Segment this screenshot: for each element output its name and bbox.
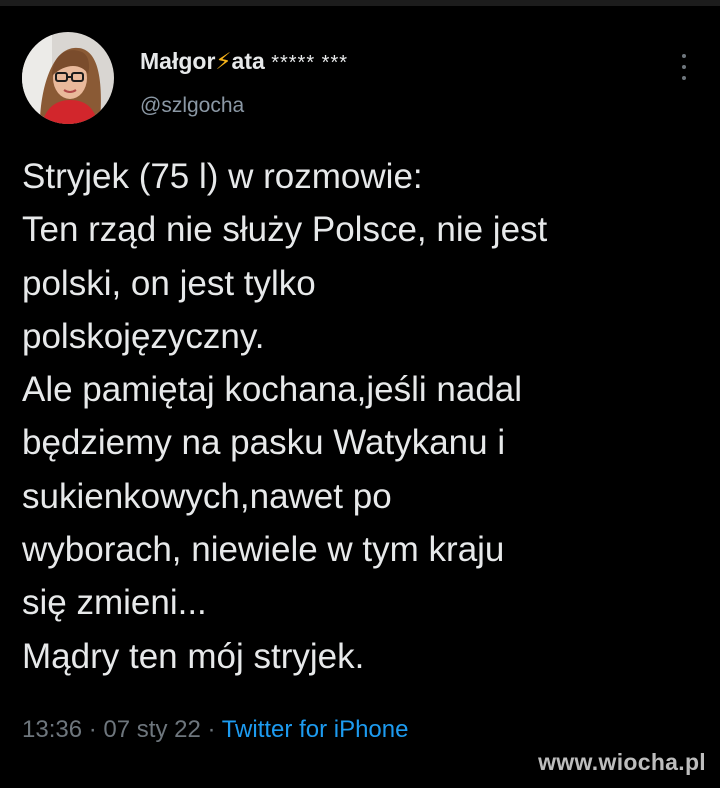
- tweet-meta: 13:36 · 07 sty 22 · Twitter for iPhone: [22, 716, 408, 744]
- more-dot: [682, 54, 686, 58]
- meta-separator: ·: [207, 716, 216, 743]
- tweet-line: polskojęzyczny.: [22, 316, 265, 356]
- tweet-line: Mądry ten mój stryjek.: [22, 636, 365, 676]
- display-name-part1: Małgor: [140, 48, 216, 74]
- avatar[interactable]: [22, 32, 114, 124]
- display-name[interactable]: Małgor⚡ata ***** ***: [140, 48, 348, 75]
- tweet-line: Ten rząd nie służy Polsce, nie jest: [22, 210, 548, 250]
- more-dot: [682, 65, 686, 69]
- tweet-line: Ale pamiętaj kochana,jeśli nadal: [22, 370, 523, 410]
- tweet-text: Stryjek (75 l) w rozmowie: Ten rząd nie …: [22, 150, 702, 683]
- tweet-date[interactable]: 07 sty 22: [103, 716, 200, 743]
- more-dot: [682, 76, 686, 80]
- tweet-line: będziemy na pasku Watykanu i: [22, 423, 506, 463]
- display-name-stars: ***** ***: [271, 52, 349, 74]
- tweet-line: polski, on jest tylko: [22, 263, 316, 303]
- tweet-line: się zmieni...: [22, 583, 207, 623]
- tweet-line: Stryjek (75 l) w rozmowie:: [22, 157, 423, 196]
- user-handle[interactable]: @szlgocha: [140, 94, 244, 118]
- display-name-part2: ata: [231, 48, 265, 74]
- tweet-card: Małgor⚡ata ***** *** @szlgocha Stryjek (…: [0, 6, 720, 788]
- tweet-line: sukienkowych,nawet po: [22, 476, 392, 516]
- more-options-icon[interactable]: [674, 54, 694, 80]
- site-watermark: www.wiocha.pl: [538, 749, 706, 775]
- lightning-icon: ⚡: [215, 48, 232, 74]
- tweet-line: wyborach, niewiele w tym kraju: [22, 530, 505, 570]
- meta-separator: ·: [88, 716, 97, 743]
- tweet-source-link[interactable]: Twitter for iPhone: [222, 716, 409, 743]
- tweet-time[interactable]: 13:36: [22, 716, 82, 743]
- avatar-image: [22, 32, 114, 124]
